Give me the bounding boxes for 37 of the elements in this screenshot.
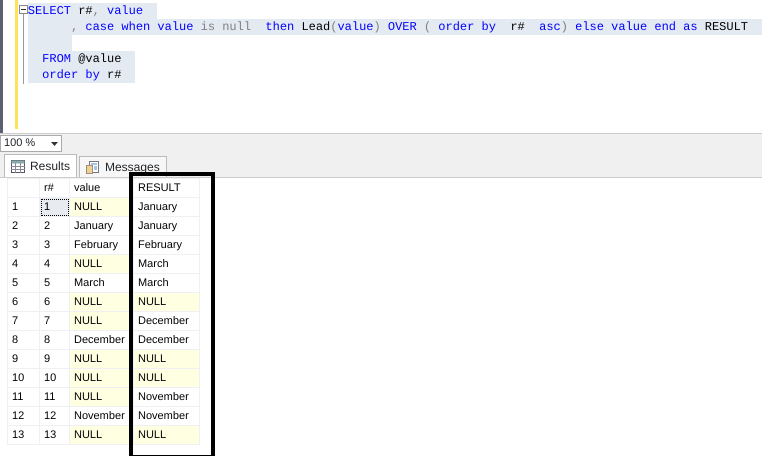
row-number: 3 [8,236,40,254]
document-icon [86,160,100,174]
table-cell: January [134,198,200,216]
row-number: 4 [8,254,40,274]
zoom-dropdown[interactable]: 100 % [0,135,62,152]
table-cell: NULL [134,368,200,388]
table-cell: February [134,236,200,254]
table-cell: March [134,254,200,274]
row-number: 9 [8,350,40,368]
column-header[interactable]: RESULT [134,178,200,198]
row-number: 10 [8,368,40,388]
table-cell: 2 [40,216,70,236]
table-cell: 8 [40,330,70,350]
row-number: 12 [8,406,40,426]
row-number: 5 [8,274,40,292]
row-number: 13 [8,426,40,444]
row-number: 2 [8,216,40,236]
table-cell: NULL [134,426,200,444]
messages-tab[interactable]: Messages [79,156,167,177]
collapse-icon[interactable] [18,5,28,14]
table-cell: January [134,216,200,236]
results-tab[interactable]: Results [4,154,78,177]
table-cell: December [134,312,200,330]
row-number: 8 [8,330,40,350]
table-cell: 12 [40,406,70,426]
table-cell: January [70,216,134,236]
grid-icon [11,160,25,172]
row-number: 7 [8,312,40,330]
table-cell: 3 [40,236,70,254]
row-number: 6 [8,292,40,312]
table-cell: 5 [40,274,70,292]
table-cell: November [134,388,200,406]
table-cell: 1 [40,198,70,216]
caret-icon [51,142,58,146]
table-cell: NULL [134,292,200,312]
row-number: 11 [8,388,40,406]
table-cell: NULL [134,350,200,368]
